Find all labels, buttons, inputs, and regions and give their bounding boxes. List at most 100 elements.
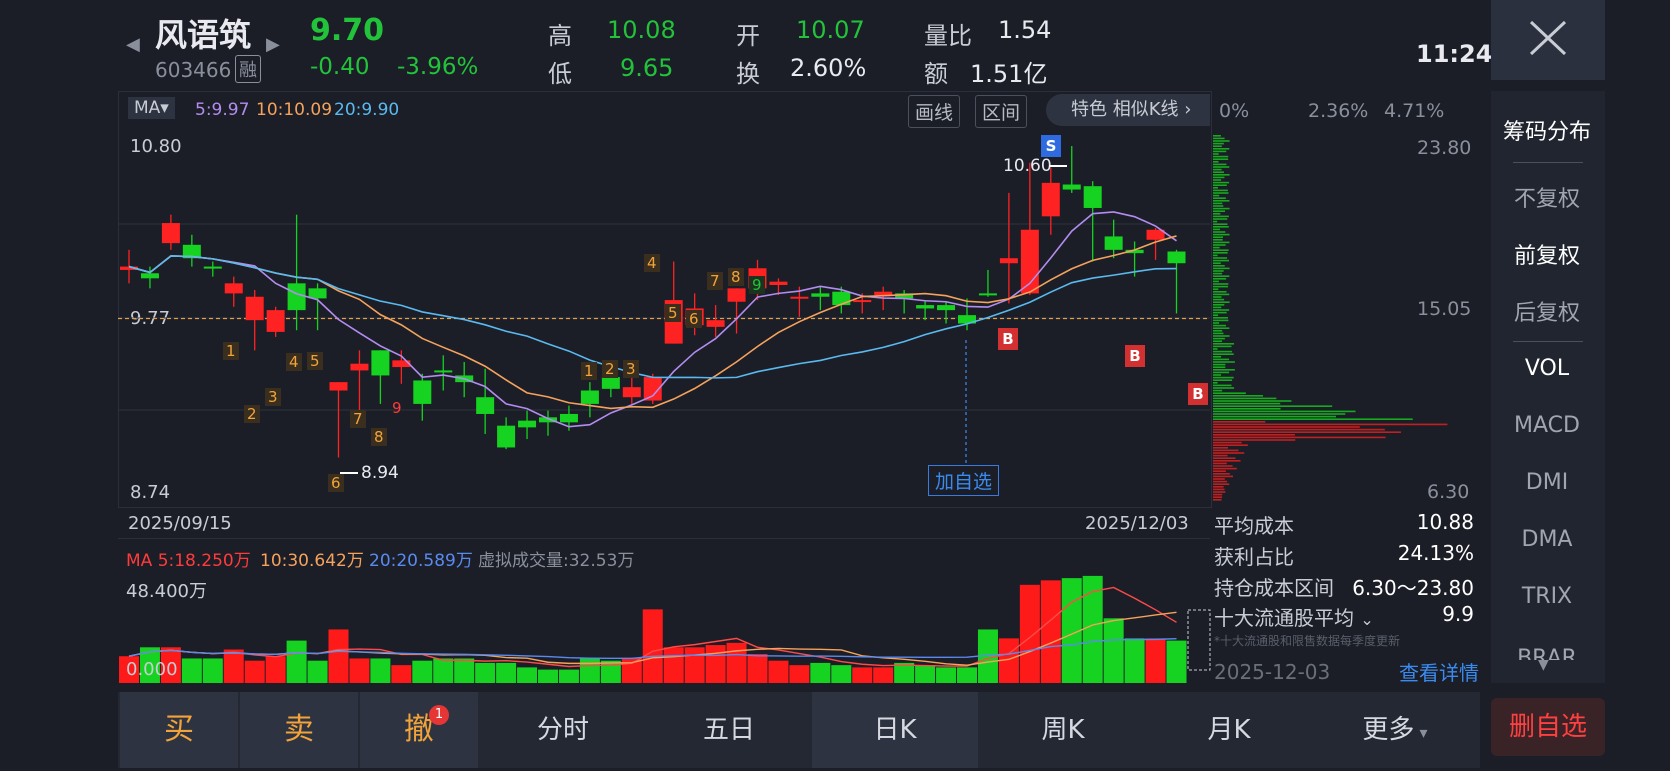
chip-bar — [1213, 462, 1227, 465]
chip-bar — [1213, 259, 1230, 262]
remove-watchlist-button[interactable]: 删自选 — [1491, 698, 1605, 756]
chip-bar — [1213, 387, 1235, 389]
candle-body — [706, 320, 725, 327]
chip-bar — [1213, 488, 1225, 491]
menu-item-3[interactable]: 后复权 — [1488, 295, 1606, 327]
chip-bar — [1213, 241, 1230, 244]
candle-body — [601, 377, 620, 389]
seq-tag: 5 — [307, 352, 323, 370]
seq-tag: 9 — [749, 276, 765, 294]
scroll-down-icon[interactable]: ▼ — [1538, 657, 1549, 673]
tab-five-day[interactable]: 五日 — [646, 692, 812, 768]
chip-bar — [1213, 428, 1385, 431]
candle-body — [937, 305, 956, 311]
chip-bar — [1213, 283, 1229, 285]
chip-bar — [1213, 431, 1402, 433]
candle-body — [266, 310, 285, 332]
cost-range-value: 6.30～23.80 — [1352, 576, 1474, 600]
cancel-badge: 1 — [429, 705, 449, 725]
vol-ma20: 20:20.589万 — [369, 551, 473, 571]
chip-bar — [1213, 452, 1245, 454]
profit-ratio-value: 24.13% — [1397, 541, 1474, 565]
chip-bar — [1213, 405, 1333, 407]
tab-daily-k[interactable]: 日K — [812, 692, 978, 768]
tab-weekly-k[interactable]: 周K — [980, 692, 1146, 768]
cancel-order-button[interactable]: 撤 — [360, 692, 478, 768]
candle-body — [790, 296, 809, 299]
candle-body — [497, 425, 516, 448]
candle-body — [874, 291, 893, 296]
chip-bar — [1213, 140, 1230, 142]
menu-item-7[interactable]: DMA — [1488, 527, 1606, 552]
vol-ma10: 10:30.642万 — [260, 551, 364, 571]
candle-body — [1104, 236, 1123, 250]
chip-bar — [1213, 475, 1234, 478]
tab-more[interactable]: 更多 ▾ — [1312, 692, 1478, 768]
candle-body — [1167, 251, 1186, 264]
chip-bar — [1213, 465, 1233, 467]
chip-bar — [1213, 319, 1229, 322]
avg-cost-value: 10.88 — [1416, 510, 1474, 534]
chip-bar — [1213, 184, 1227, 186]
chip-bar — [1213, 301, 1230, 303]
seq-tag: 7 — [350, 410, 366, 428]
menu-item-4[interactable]: VOL — [1488, 356, 1606, 381]
menu-divider — [1513, 341, 1583, 342]
chip-bar — [1213, 311, 1227, 314]
seq-tag: 4 — [286, 353, 302, 371]
chip-bar — [1213, 418, 1413, 420]
tab-intraday[interactable]: 分时 — [480, 692, 646, 768]
menu-item-5[interactable]: MACD — [1488, 413, 1606, 438]
tab-monthly-k[interactable]: 月K — [1146, 692, 1312, 768]
chip-bar — [1213, 158, 1229, 160]
menu-item-1[interactable]: 不复权 — [1488, 181, 1606, 213]
seq-tag: 8 — [371, 428, 387, 446]
chip-bar — [1213, 205, 1224, 207]
chip-bar — [1213, 353, 1234, 355]
sell-button[interactable]: 卖 — [240, 692, 358, 768]
menu-item-0[interactable]: 筹码分布 — [1488, 114, 1606, 146]
candle-body — [832, 291, 851, 306]
seq-tag: 2 — [602, 360, 618, 378]
chip-bar — [1213, 168, 1222, 171]
candle-body — [1083, 186, 1102, 208]
candle-body — [622, 387, 641, 398]
buy-signal-tag-3: B — [1188, 383, 1208, 405]
chip-date: 2025-12-03 — [1214, 660, 1331, 684]
candle-body — [580, 390, 599, 404]
chip-bar — [1213, 210, 1226, 212]
chip-bar — [1213, 392, 1246, 394]
menu-item-6[interactable]: DMI — [1488, 470, 1606, 495]
vol-axis-top: 48.400万 — [126, 581, 207, 602]
chip-bar — [1213, 395, 1263, 397]
buy-button[interactable]: 买 — [120, 692, 238, 768]
chip-bar — [1213, 363, 1226, 366]
add-watchlist-tag[interactable]: 加自选 — [928, 465, 1000, 496]
candle-body — [287, 283, 306, 311]
candle-body — [999, 258, 1018, 264]
chip-bar — [1213, 174, 1230, 176]
chip-bar — [1213, 135, 1221, 137]
chip-bar — [1213, 246, 1220, 249]
chip-bar — [1213, 179, 1222, 181]
candle-body — [1062, 184, 1081, 190]
chip-bar — [1213, 270, 1224, 272]
vol-axis-bottom: 0.000 — [126, 659, 178, 680]
chip-bar — [1213, 181, 1230, 184]
candle-body — [224, 283, 243, 294]
chip-bar — [1213, 408, 1281, 410]
seq-tag: 5 — [665, 304, 681, 322]
chip-bar — [1213, 332, 1224, 335]
chip-bar — [1213, 413, 1346, 415]
chip-bar — [1213, 483, 1230, 485]
menu-divider — [1513, 162, 1583, 163]
candle-body — [350, 363, 369, 371]
chip-bar — [1213, 402, 1281, 405]
candle-body — [727, 288, 746, 302]
menu-item-2[interactable]: 前复权 — [1488, 238, 1606, 270]
candle-body — [140, 273, 159, 279]
chip-bar — [1213, 426, 1360, 428]
menu-item-8[interactable]: TRIX — [1488, 584, 1606, 609]
avg-cost-label: 平均成本 — [1214, 514, 1294, 538]
view-detail-link[interactable]: 查看详情 — [1399, 657, 1479, 686]
